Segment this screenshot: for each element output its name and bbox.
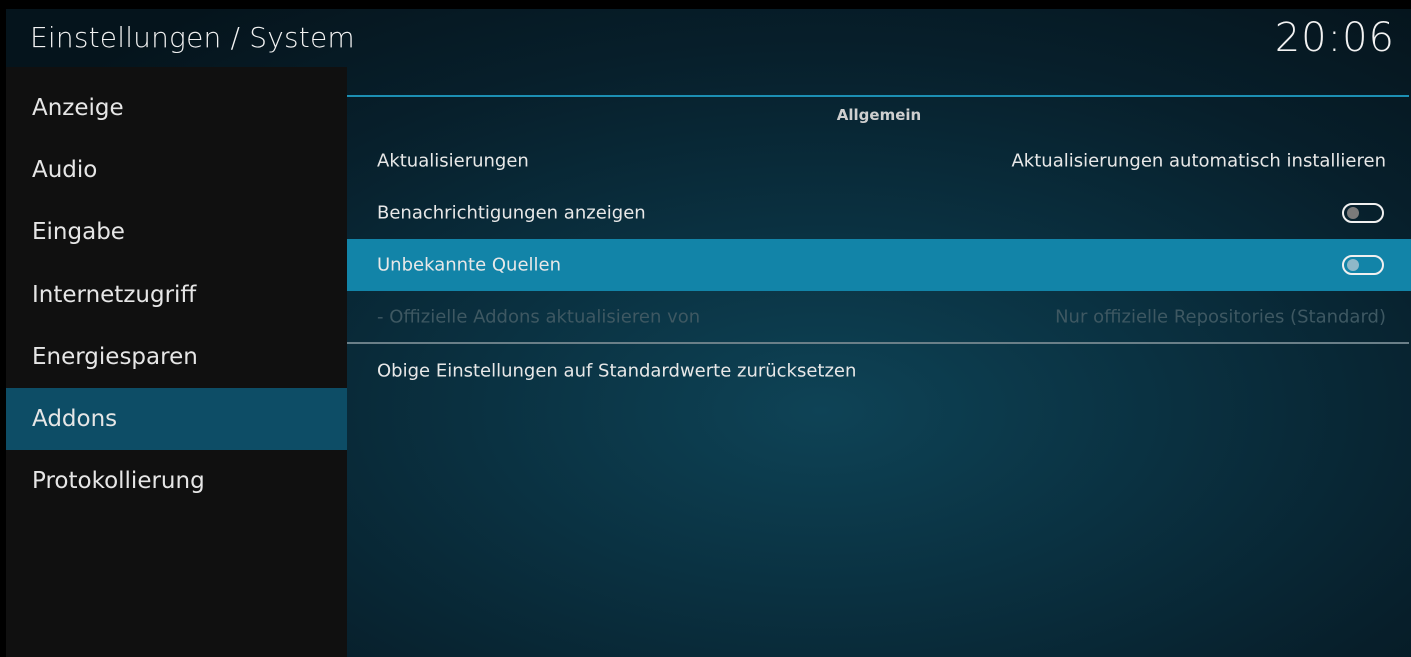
sidebar-item-audio[interactable]: Audio xyxy=(6,139,347,201)
setting-offizielle-addons: - Offizielle Addons aktualisieren von Nu… xyxy=(347,291,1411,343)
reset-label: Obige Einstellungen auf Standardwerte zu… xyxy=(377,360,857,382)
toggle-knob xyxy=(1347,259,1359,271)
section-title: Allgemein xyxy=(836,106,922,124)
sidebar-item-label: Eingabe xyxy=(32,219,125,245)
setting-label: Benachrichtigungen anzeigen xyxy=(377,202,646,224)
setting-label: Aktualisierungen xyxy=(377,150,529,172)
sidebar-item-internetzugriff[interactable]: Internetzugriff xyxy=(6,264,347,326)
sidebar-item-label: Internetzugriff xyxy=(32,282,197,308)
sidebar-item-energiesparen[interactable]: Energiesparen xyxy=(6,326,347,388)
header: Einstellungen / System 20:06 xyxy=(6,9,1411,67)
toggle-knob xyxy=(1347,207,1359,219)
section-divider xyxy=(347,95,1409,97)
settings-panel: Allgemein Aktualisierungen Aktualisierun… xyxy=(347,67,1411,657)
sidebar-item-label: Anzeige xyxy=(32,95,124,121)
page-title: Einstellungen / System xyxy=(30,21,355,54)
settings-screen: Einstellungen / System 20:06 Anzeige Aud… xyxy=(6,9,1411,657)
reset-settings-button[interactable]: Obige Einstellungen auf Standardwerte zu… xyxy=(347,345,1411,397)
sidebar-item-anzeige[interactable]: Anzeige xyxy=(6,77,347,139)
section-divider xyxy=(347,342,1409,344)
sidebar-item-protokollierung[interactable]: Protokollierung xyxy=(6,450,347,512)
toggle-switch[interactable] xyxy=(1342,255,1384,275)
setting-label: - Offizielle Addons aktualisieren von xyxy=(377,306,701,328)
setting-value: Nur offizielle Repositories (Standard) xyxy=(1055,306,1386,328)
sidebar: Anzeige Audio Eingabe Internetzugriff En… xyxy=(6,67,347,657)
setting-unbekannte-quellen[interactable]: Unbekannte Quellen xyxy=(347,239,1411,291)
setting-benachrichtigungen[interactable]: Benachrichtigungen anzeigen xyxy=(347,187,1411,239)
toggle-switch[interactable] xyxy=(1342,203,1384,223)
clock: 20:06 xyxy=(1274,15,1395,61)
sidebar-item-label: Audio xyxy=(32,157,98,183)
setting-value: Aktualisierungen automatisch installiere… xyxy=(1011,150,1386,172)
sidebar-item-eingabe[interactable]: Eingabe xyxy=(6,201,347,263)
setting-aktualisierungen[interactable]: Aktualisierungen Aktualisierungen automa… xyxy=(347,135,1411,187)
setting-label: Unbekannte Quellen xyxy=(377,254,562,276)
sidebar-item-label: Addons xyxy=(32,406,118,432)
sidebar-item-addons[interactable]: Addons xyxy=(6,388,347,450)
sidebar-item-label: Energiesparen xyxy=(32,344,198,370)
sidebar-item-label: Protokollierung xyxy=(32,468,205,494)
